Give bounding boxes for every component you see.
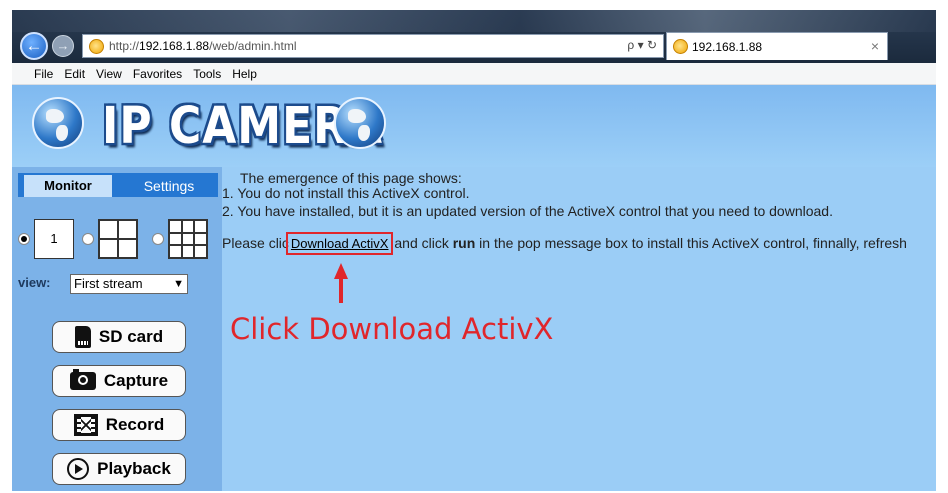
forward-button[interactable]: → bbox=[52, 35, 74, 57]
playback-button[interactable]: Playback bbox=[52, 453, 186, 485]
browser-tab[interactable]: 192.168.1.88 × bbox=[666, 32, 888, 60]
message-reason-1: 1. You do not install this ActiveX contr… bbox=[222, 185, 470, 201]
playback-label: Playback bbox=[97, 459, 171, 478]
tab-favicon-icon bbox=[673, 39, 688, 54]
page-content: IP CAMERA Monitor Settings 1 view: First… bbox=[12, 85, 936, 491]
address-url: http://192.168.1.88/web/admin.html bbox=[109, 39, 297, 53]
browser-toolbar: ← → http://192.168.1.88/web/admin.html ρ… bbox=[12, 10, 936, 63]
download-activex-link[interactable]: Download ActivX bbox=[285, 232, 394, 255]
menu-view[interactable]: View bbox=[96, 67, 122, 81]
menu-file[interactable]: File bbox=[34, 67, 53, 81]
layout-9-radio[interactable] bbox=[152, 233, 164, 245]
camera-icon bbox=[69, 369, 96, 390]
annotation-text: Click Download ActivX bbox=[230, 312, 554, 346]
tab-settings[interactable]: Settings bbox=[126, 175, 212, 197]
sd-card-label: SD card bbox=[98, 327, 164, 346]
record-label: Record bbox=[105, 415, 165, 434]
stream-select-value: First stream bbox=[74, 276, 143, 291]
forward-arrow-icon: → bbox=[56, 38, 70, 53]
ie-favicon-icon bbox=[89, 39, 104, 54]
chevron-down-icon: ▼ bbox=[173, 278, 184, 290]
sd-card-button[interactable]: SD card bbox=[52, 321, 186, 353]
message-reason-2: 2. You have installed, but it is an upda… bbox=[222, 203, 833, 219]
film-icon bbox=[73, 414, 98, 436]
back-button[interactable]: ← bbox=[20, 32, 48, 60]
tab-close-icon[interactable]: × bbox=[871, 38, 879, 54]
page-header: IP CAMERA bbox=[12, 85, 936, 167]
layout-1-icon[interactable]: 1 bbox=[34, 219, 74, 259]
menu-edit[interactable]: Edit bbox=[64, 67, 85, 81]
globe-icon bbox=[334, 97, 386, 149]
globe-icon bbox=[32, 97, 84, 149]
tab-title: 192.168.1.88 bbox=[692, 40, 763, 54]
panel-tabs: Monitor Settings bbox=[18, 173, 218, 197]
capture-button[interactable]: Capture bbox=[52, 365, 186, 397]
view-label: view: bbox=[18, 275, 51, 290]
sd-card-icon bbox=[74, 326, 91, 348]
menu-favorites[interactable]: Favorites bbox=[133, 67, 182, 81]
layout-4-radio[interactable] bbox=[82, 233, 94, 245]
address-host: 192.168.1.88 bbox=[139, 39, 210, 53]
layout-4-icon[interactable] bbox=[98, 219, 138, 259]
menu-tools[interactable]: Tools bbox=[193, 67, 221, 81]
layout-9-icon[interactable] bbox=[168, 219, 208, 259]
menu-help[interactable]: Help bbox=[232, 67, 257, 81]
search-refresh-icons[interactable]: ρ ▾ ↻ bbox=[627, 38, 657, 52]
install-instruction: Please clic Download ActivX and click run… bbox=[222, 232, 907, 255]
run-keyword: run bbox=[452, 235, 476, 251]
stream-select[interactable]: First stream ▼ bbox=[70, 274, 188, 294]
tab-monitor[interactable]: Monitor bbox=[24, 175, 112, 197]
play-icon bbox=[67, 458, 90, 480]
back-arrow-icon: ← bbox=[25, 36, 43, 55]
message-heading: The emergence of this page shows: bbox=[240, 170, 462, 186]
taskbar-blur bbox=[12, 10, 936, 32]
layout-1-radio[interactable] bbox=[18, 233, 30, 245]
left-panel: Monitor Settings 1 view: First stream ▼ … bbox=[12, 167, 222, 491]
main-content: The emergence of this page shows: 1. You… bbox=[222, 167, 936, 491]
layout-selector: 1 bbox=[18, 217, 218, 261]
capture-label: Capture bbox=[103, 371, 169, 390]
record-button[interactable]: Record bbox=[52, 409, 186, 441]
annotation-arrow-shaft bbox=[339, 277, 343, 303]
address-bar[interactable]: http://192.168.1.88/web/admin.html ρ ▾ ↻ bbox=[82, 34, 664, 58]
menu-bar: File Edit View Favorites Tools Help bbox=[12, 63, 936, 85]
